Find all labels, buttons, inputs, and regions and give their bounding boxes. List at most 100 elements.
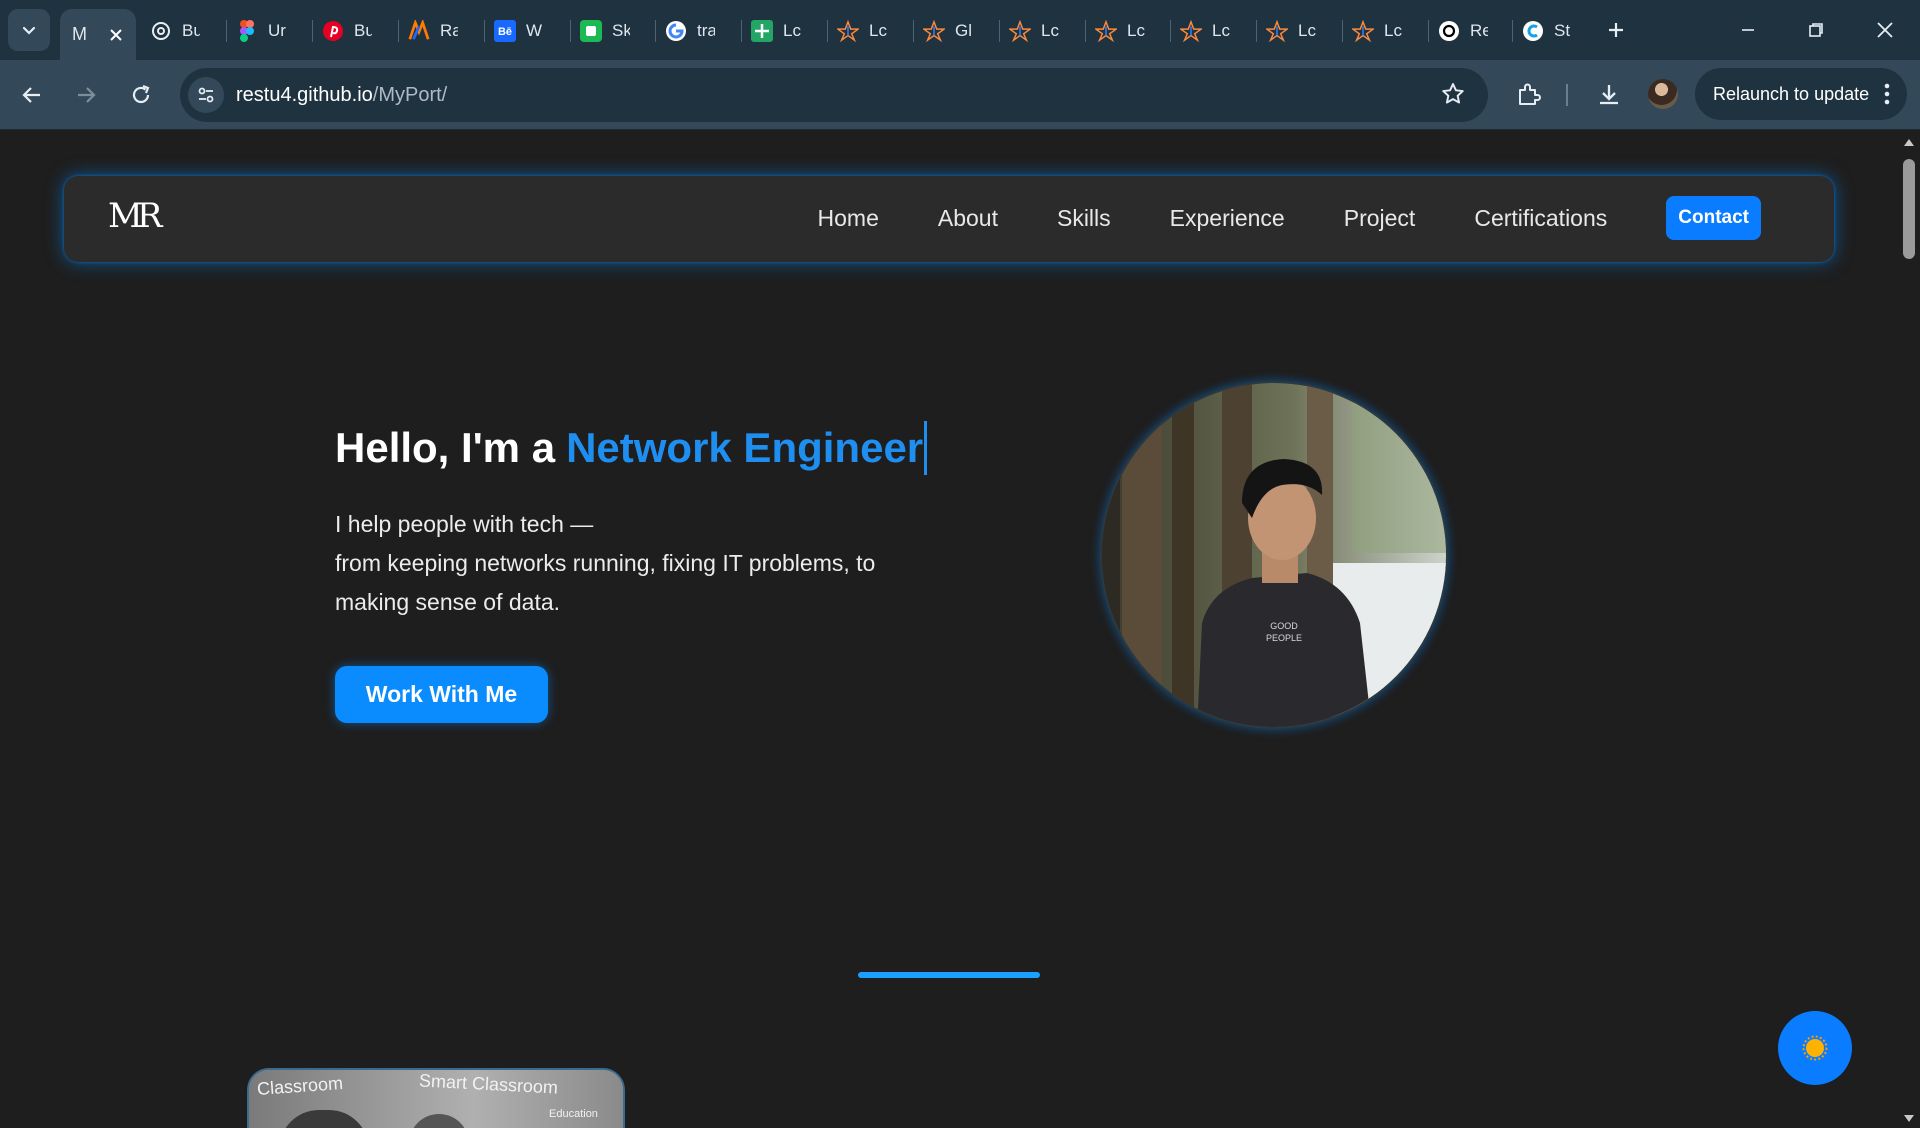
hero-line: from keeping networks running, fixing IT… <box>335 550 876 576</box>
restore-icon <box>1809 23 1823 37</box>
tab-search-button[interactable] <box>8 9 50 51</box>
tab-title: Bu <box>354 20 372 40</box>
reload-button[interactable] <box>121 75 161 115</box>
minimize-icon <box>1742 29 1754 31</box>
sun-icon <box>1802 1035 1828 1061</box>
browser-tab[interactable]: Lc <box>837 10 887 51</box>
hero-line: I help people with tech — <box>335 511 594 537</box>
site-logo[interactable]: MR <box>108 196 162 236</box>
tab-title: Lc <box>1127 20 1145 40</box>
hero-description: I help people with tech — from keeping n… <box>335 505 875 622</box>
hero-line: making sense of data. <box>335 589 561 615</box>
browser-tab[interactable]: tra <box>665 10 715 51</box>
tab-title: M <box>72 24 87 44</box>
browser-tab[interactable]: Ra <box>408 10 458 51</box>
site-navbar: MR Home About Skills Experience Project … <box>64 176 1834 262</box>
browser-tab[interactable]: St <box>1522 10 1572 51</box>
tab-separator <box>999 20 1000 42</box>
browser-tab[interactable]: Ur <box>236 10 286 51</box>
tab-title: Re <box>1470 20 1488 40</box>
download-icon <box>1600 85 1618 105</box>
scroll-up-arrow-icon[interactable] <box>1903 137 1915 147</box>
minimize-button[interactable] <box>1720 8 1776 52</box>
theme-toggle-button[interactable] <box>1778 1011 1852 1085</box>
browser-tab[interactable]: Lc <box>1095 10 1145 51</box>
extensions-button[interactable] <box>1508 75 1548 115</box>
new-tab-button[interactable] <box>1598 12 1634 48</box>
browser-tab[interactable]: Sk <box>580 10 630 51</box>
url-path: /MyPort/ <box>372 83 448 106</box>
tab-title: Ur <box>268 20 286 40</box>
browser-tab[interactable]: Lc <box>751 10 801 51</box>
svg-text:Bē: Bē <box>498 26 512 38</box>
tab-separator <box>827 20 828 42</box>
tab-separator <box>484 20 485 42</box>
star-logo-icon <box>1180 19 1202 42</box>
tab-separator <box>312 20 313 42</box>
browser-tab[interactable]: Lc <box>1180 10 1230 51</box>
project-card-image[interactable]: Classroom Smart Classroom Education <box>247 1068 625 1128</box>
nav-link-certifications[interactable]: Certifications <box>1474 205 1607 232</box>
downloads-button[interactable] <box>1589 75 1629 115</box>
relaunch-label: Relaunch to update <box>1713 83 1870 104</box>
browser-tab[interactable]: Bu <box>150 10 200 51</box>
tab-portfolio[interactable]: M <box>60 9 136 60</box>
nav-link-experience[interactable]: Experience <box>1170 205 1285 232</box>
tab-separator <box>398 20 399 42</box>
nav-link-skills[interactable]: Skills <box>1057 205 1111 232</box>
work-with-me-button[interactable]: Work With Me <box>335 666 548 723</box>
raw-logo-icon <box>408 19 430 42</box>
browser-tab[interactable]: Lc <box>1266 10 1316 51</box>
browser-tab[interactable]: Bē W <box>494 10 544 51</box>
plus-square-icon <box>751 19 773 42</box>
nav-link-project[interactable]: Project <box>1344 205 1416 232</box>
shirt-text: GOOD <box>1270 621 1298 631</box>
pinterest-icon <box>322 20 344 42</box>
tab-title: Sk <box>612 20 630 40</box>
tab-title: Lc <box>1041 20 1059 40</box>
browser-tab[interactable]: Bu <box>322 10 372 51</box>
reload-icon <box>132 84 150 104</box>
tab-title: St <box>1554 20 1571 40</box>
close-window-button[interactable] <box>1857 8 1913 52</box>
browser-tab[interactable]: Re <box>1438 10 1488 51</box>
relaunch-button[interactable]: Relaunch to update <box>1695 68 1907 120</box>
green-app-icon <box>580 19 602 42</box>
close-icon[interactable] <box>108 27 124 43</box>
browser-toolbar: restu4.github.io/MyPort/ <box>0 60 1920 130</box>
tab-title: Lc <box>1298 20 1316 40</box>
more-vertical-icon[interactable] <box>1883 81 1891 107</box>
tab-title: Lc <box>869 20 887 40</box>
behance-icon: Bē <box>494 19 516 42</box>
profile-photo-illustration: GOOD PEOPLE <box>1102 383 1446 727</box>
c-logo-icon <box>1522 20 1544 42</box>
back-button[interactable] <box>12 75 52 115</box>
openai-icon <box>1438 20 1460 42</box>
forward-button[interactable] <box>66 75 106 115</box>
bookmark-button[interactable] <box>1440 81 1466 112</box>
figma-icon <box>236 19 258 42</box>
browser-tab[interactable]: Gl <box>923 10 973 51</box>
tab-separator <box>1170 20 1171 42</box>
section-divider <box>858 972 1040 978</box>
scroll-down-arrow-icon[interactable] <box>1903 1114 1915 1124</box>
star-logo-icon <box>923 19 945 42</box>
scrollbar-thumb[interactable] <box>1903 159 1915 259</box>
restore-button[interactable] <box>1788 8 1844 52</box>
page-scrollbar[interactable] <box>1898 131 1920 1128</box>
chatgpt-icon <box>150 20 172 42</box>
site-info-button[interactable] <box>188 77 224 113</box>
tune-icon <box>198 87 214 103</box>
browser-tab[interactable]: Lc <box>1009 10 1059 51</box>
star-logo-icon <box>1095 19 1117 42</box>
profile-avatar[interactable] <box>1648 79 1678 109</box>
address-bar[interactable]: restu4.github.io/MyPort/ <box>180 68 1488 122</box>
nav-link-about[interactable]: About <box>938 205 998 232</box>
browser-tab[interactable]: Lc <box>1352 10 1402 51</box>
contact-button[interactable]: Contact <box>1666 196 1761 240</box>
arrow-left-icon <box>22 87 40 103</box>
tab-separator <box>226 20 227 42</box>
tab-separator <box>741 20 742 42</box>
nav-link-home[interactable]: Home <box>818 205 879 232</box>
shirt-text: PEOPLE <box>1266 633 1302 643</box>
